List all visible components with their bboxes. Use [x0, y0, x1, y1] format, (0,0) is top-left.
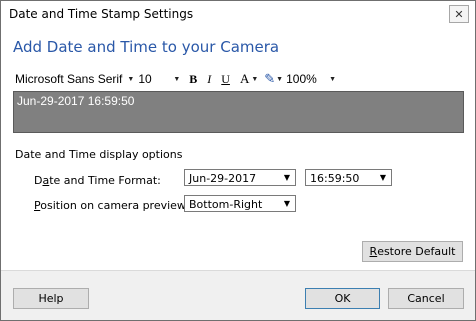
highlighter-icon: ✎: [264, 71, 276, 86]
position-select[interactable]: Bottom-Right ▼: [184, 195, 296, 212]
cancel-button[interactable]: Cancel: [388, 288, 464, 309]
chevron-down-icon: ▼: [251, 75, 259, 83]
chevron-down-icon: ▼: [329, 75, 337, 83]
chevron-down-icon: ▼: [283, 199, 290, 208]
date-format-select[interactable]: Jun-29-2017 ▼: [184, 169, 296, 186]
date-time-format-label: Date and Time Format:: [34, 174, 161, 187]
font-name-value: Microsoft Sans Serif: [15, 72, 123, 86]
time-format-value: 16:59:50: [310, 172, 360, 185]
font-name-dropdown[interactable]: Microsoft Sans Serif ▼: [15, 72, 138, 86]
chevron-down-icon: ▼: [276, 75, 284, 83]
window-title: Date and Time Stamp Settings: [9, 7, 194, 21]
zoom-value: 100%: [286, 72, 317, 86]
chevron-down-icon: ▼: [173, 75, 181, 83]
format-toolbar: Microsoft Sans Serif ▼ 10 ▼ B I U A ▼ ✎ …: [15, 71, 340, 87]
position-label: Position on camera preview:: [34, 199, 189, 212]
restore-accel: R: [369, 245, 378, 258]
restore-default-button[interactable]: Restore Default: [362, 241, 463, 262]
position-label-post: osition on camera preview:: [40, 199, 190, 212]
position-value: Bottom-Right: [189, 198, 263, 211]
chevron-down-icon: ▼: [379, 173, 386, 182]
close-button[interactable]: ✕: [449, 5, 469, 23]
help-button[interactable]: Help: [13, 288, 89, 309]
chevron-down-icon: ▼: [127, 75, 135, 83]
time-format-select[interactable]: 16:59:50 ▼: [305, 169, 392, 186]
close-icon: ✕: [454, 7, 464, 21]
font-size-dropdown[interactable]: 10 ▼: [138, 72, 184, 86]
stamp-preview[interactable]: Jun-29-2017 16:59:50: [13, 91, 464, 133]
date-format-value: Jun-29-2017: [189, 172, 257, 185]
font-size-value: 10: [138, 72, 152, 86]
highlight-color-button[interactable]: ✎ ▼: [262, 71, 286, 87]
preview-text: Jun-29-2017 16:59:50: [17, 94, 135, 108]
title-bar: Date and Time Stamp Settings ✕: [1, 1, 475, 27]
underline-button[interactable]: U: [221, 72, 230, 87]
options-section-label: Date and Time display options: [15, 148, 183, 161]
restore-label: estore Default: [377, 245, 456, 258]
format-label-post: te and Time Format:: [49, 174, 161, 187]
zoom-dropdown[interactable]: 100% ▼: [286, 72, 340, 86]
bold-button[interactable]: B: [189, 72, 197, 87]
italic-button[interactable]: I: [207, 72, 211, 87]
font-color-button[interactable]: A ▼: [235, 71, 262, 87]
chevron-down-icon: ▼: [283, 173, 290, 182]
ok-button[interactable]: OK: [305, 288, 380, 309]
font-color-icon: A: [239, 71, 250, 86]
dialog-window: Date and Time Stamp Settings ✕ Add Date …: [0, 0, 476, 321]
page-heading: Add Date and Time to your Camera: [13, 38, 280, 56]
settings-panel: Add Date and Time to your Camera Microso…: [1, 27, 475, 271]
